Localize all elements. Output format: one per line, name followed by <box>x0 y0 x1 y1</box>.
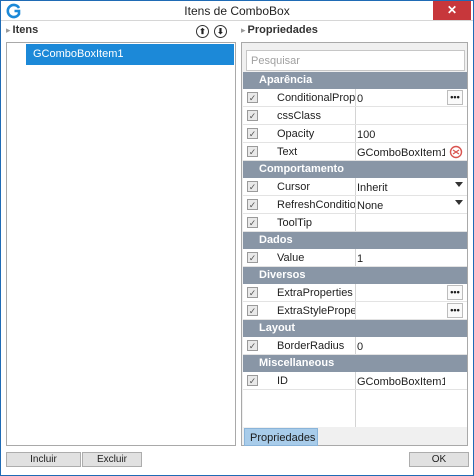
property-row[interactable]: ✓ ToolTip <box>243 214 467 232</box>
property-checkbox[interactable]: ✓ <box>247 146 258 157</box>
property-name: Text <box>277 146 298 158</box>
property-grid: Aparência✓ConditionalProperties0•••✓cssC… <box>243 72 467 427</box>
ellipsis-button[interactable]: ••• <box>447 303 463 318</box>
property-name: RefreshConditional <box>277 199 355 211</box>
properties-pane-title: Propriedades <box>247 24 318 36</box>
property-value[interactable]: GComboBoxItem1 <box>357 147 445 159</box>
property-row[interactable]: ✓ Text GComboBoxItem1 <box>243 143 467 161</box>
property-row[interactable]: ✓ ExtraProperties ••• <box>243 284 467 302</box>
category-header[interactable]: Comportamento <box>243 161 467 178</box>
items-list[interactable]: GComboBoxItem1 <box>6 42 236 446</box>
category-header[interactable]: Miscellaneous <box>243 355 467 372</box>
property-name: Value <box>277 252 305 264</box>
add-button[interactable]: Incluir <box>6 452 81 467</box>
property-row[interactable]: ✓ Cursor Inherit <box>243 178 467 196</box>
property-checkbox[interactable]: ✓ <box>247 110 258 121</box>
pane-grip-icon: ▸ <box>241 25 246 35</box>
search-input[interactable]: Pesquisar <box>246 50 465 71</box>
dropdown-arrow-icon[interactable] <box>455 182 463 187</box>
property-value[interactable]: 0 <box>357 93 445 105</box>
property-checkbox[interactable]: ✓ <box>247 375 258 386</box>
property-checkbox[interactable]: ✓ <box>247 252 258 263</box>
property-name: ToolTip <box>277 217 313 229</box>
pane-grip-icon: ▸ <box>6 25 11 35</box>
property-checkbox[interactable]: ✓ <box>247 92 258 103</box>
property-grid-panel: Pesquisar Aparência ✓ ConditionalPropertie… <box>241 42 468 446</box>
globe-icon[interactable] <box>449 145 463 159</box>
tab-properties[interactable]: Propriedades <box>244 428 318 446</box>
title-bar: Itens de ComboBox ✕ <box>1 1 473 21</box>
property-value[interactable]: 1 <box>357 253 445 265</box>
category-header[interactable]: Layout <box>243 320 467 337</box>
remove-button[interactable]: Excluir <box>82 452 142 467</box>
property-row[interactable]: ✓ ExtraStyleProperties ••• <box>243 302 467 320</box>
property-row[interactable]: ✓ Value 1 <box>243 249 467 267</box>
property-name: Cursor <box>277 181 311 193</box>
property-checkbox[interactable]: ✓ <box>247 287 258 298</box>
arrow-down-icon: ⬇ <box>217 26 224 36</box>
close-button[interactable]: ✕ <box>433 1 471 20</box>
property-checkbox[interactable]: ✓ <box>247 217 258 228</box>
category-header[interactable]: Dados <box>243 232 467 249</box>
property-value[interactable]: GComboBoxItem1 <box>357 376 445 388</box>
property-value[interactable]: 0 <box>357 341 445 353</box>
property-checkbox[interactable]: ✓ <box>247 128 258 139</box>
ellipsis-button[interactable]: ••• <box>447 90 463 105</box>
property-name: ExtraStyleProperties <box>277 305 355 317</box>
combobox-items-dialog: Itens de ComboBox ✕ ▸ Itens ⬆ ⬇ ▸ Propried… <box>0 0 474 476</box>
property-row[interactable]: ✓ RefreshConditionalNone <box>243 196 467 214</box>
property-name: ConditionalProperties <box>277 92 355 104</box>
property-name: cssClass <box>277 110 322 122</box>
property-name: ExtraProperties <box>277 287 353 299</box>
list-gutter <box>7 43 25 445</box>
list-item[interactable]: GComboBoxItem1 <box>26 44 234 65</box>
ok-button[interactable]: OK <box>409 452 469 467</box>
property-checkbox[interactable]: ✓ <box>247 199 258 210</box>
property-checkbox[interactable]: ✓ <box>247 340 258 351</box>
items-pane-header: ▸ Itens <box>6 24 38 40</box>
property-checkbox[interactable]: ✓ <box>247 305 258 316</box>
property-row[interactable]: ✓ cssClass <box>243 107 467 125</box>
property-row[interactable]: ✓ BorderRadius 0 <box>243 337 467 355</box>
property-name: ID <box>277 375 288 387</box>
dropdown-arrow-icon[interactable] <box>455 200 463 205</box>
property-row[interactable]: ✓ ConditionalProperties0••• <box>243 89 467 107</box>
property-checkbox[interactable]: ✓ <box>247 181 258 192</box>
move-down-button[interactable]: ⬇ <box>214 25 227 38</box>
property-name: BorderRadius <box>277 340 345 352</box>
category-header[interactable]: Diversos <box>243 267 467 284</box>
property-value[interactable]: None <box>357 200 445 212</box>
property-row[interactable]: ✓ ID GComboBoxItem1 <box>243 372 467 390</box>
ellipsis-button[interactable]: ••• <box>447 285 463 300</box>
property-name: Opacity <box>277 128 315 140</box>
arrow-up-icon: ⬆ <box>199 26 206 36</box>
property-value[interactable]: Inherit <box>357 182 445 194</box>
properties-pane-header: ▸ Propriedades <box>241 24 318 40</box>
property-row[interactable]: ✓ Opacity 100 <box>243 125 467 143</box>
move-up-button[interactable]: ⬆ <box>196 25 209 38</box>
category-header[interactable]: Aparência <box>243 72 467 89</box>
property-value[interactable]: 100 <box>357 129 445 141</box>
window-title: Itens de ComboBox <box>184 4 290 18</box>
items-pane-title: Itens <box>12 24 39 36</box>
